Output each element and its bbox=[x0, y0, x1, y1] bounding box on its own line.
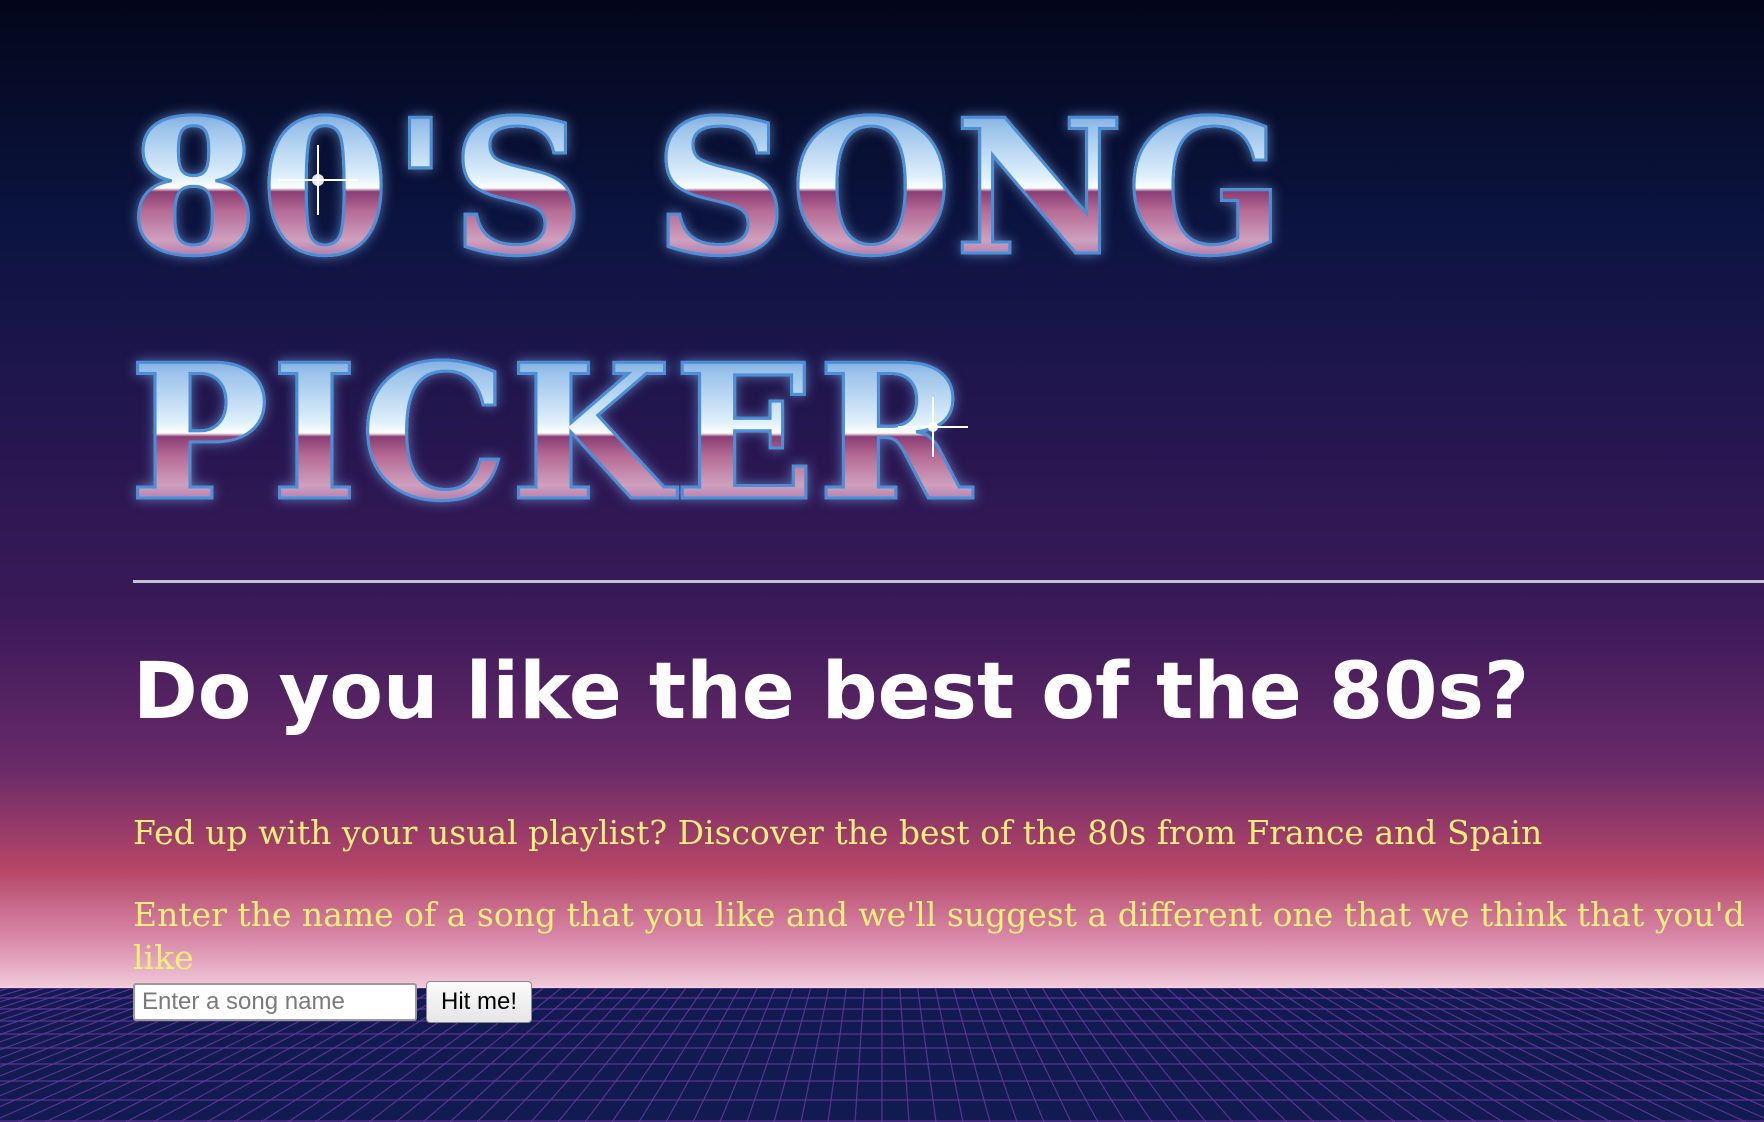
grid-line bbox=[1398, 988, 1666, 1122]
grid-line bbox=[611, 988, 705, 1122]
grid-line bbox=[827, 988, 847, 1122]
song-name-input[interactable] bbox=[133, 983, 417, 1021]
grid-line bbox=[1220, 988, 1396, 1122]
grid-line bbox=[0, 988, 99, 1022]
grid-line bbox=[1344, 988, 1585, 1122]
grid-line bbox=[1113, 988, 1234, 1122]
logo-line-2: PICKER bbox=[128, 323, 974, 542]
sparkle-icon bbox=[278, 145, 358, 215]
grid-line bbox=[1273, 988, 1477, 1122]
headline: Do you like the best of the 80s? bbox=[133, 647, 1530, 737]
grid-line bbox=[530, 988, 651, 1122]
grid-line bbox=[1059, 988, 1153, 1122]
hit-me-button[interactable]: Hit me! bbox=[426, 981, 533, 1023]
grid-line bbox=[854, 988, 865, 1122]
grid-line bbox=[1077, 988, 1180, 1122]
header-divider bbox=[133, 580, 1764, 583]
instructions: Enter the name of a song that you like a… bbox=[133, 895, 1745, 977]
sparkle-icon bbox=[898, 397, 968, 457]
song-form: Hit me! bbox=[133, 981, 533, 1023]
grid-line bbox=[1665, 988, 1764, 1022]
grid-line bbox=[584, 988, 687, 1122]
grid-line bbox=[1434, 988, 1720, 1122]
grid-line bbox=[899, 988, 910, 1122]
grid-line bbox=[746, 988, 794, 1122]
grid-line bbox=[1558, 988, 1764, 1068]
grid-line bbox=[917, 988, 937, 1122]
grid-line bbox=[1291, 988, 1504, 1122]
grid-line bbox=[0, 988, 27, 997]
grid-line bbox=[1327, 988, 1558, 1122]
grid-line bbox=[970, 988, 1018, 1122]
tagline: Fed up with your usual playlist? Discove… bbox=[133, 813, 1543, 852]
grid-line bbox=[1184, 988, 1342, 1122]
grid-line bbox=[1469, 988, 1764, 1119]
grid-line bbox=[1737, 988, 1764, 997]
